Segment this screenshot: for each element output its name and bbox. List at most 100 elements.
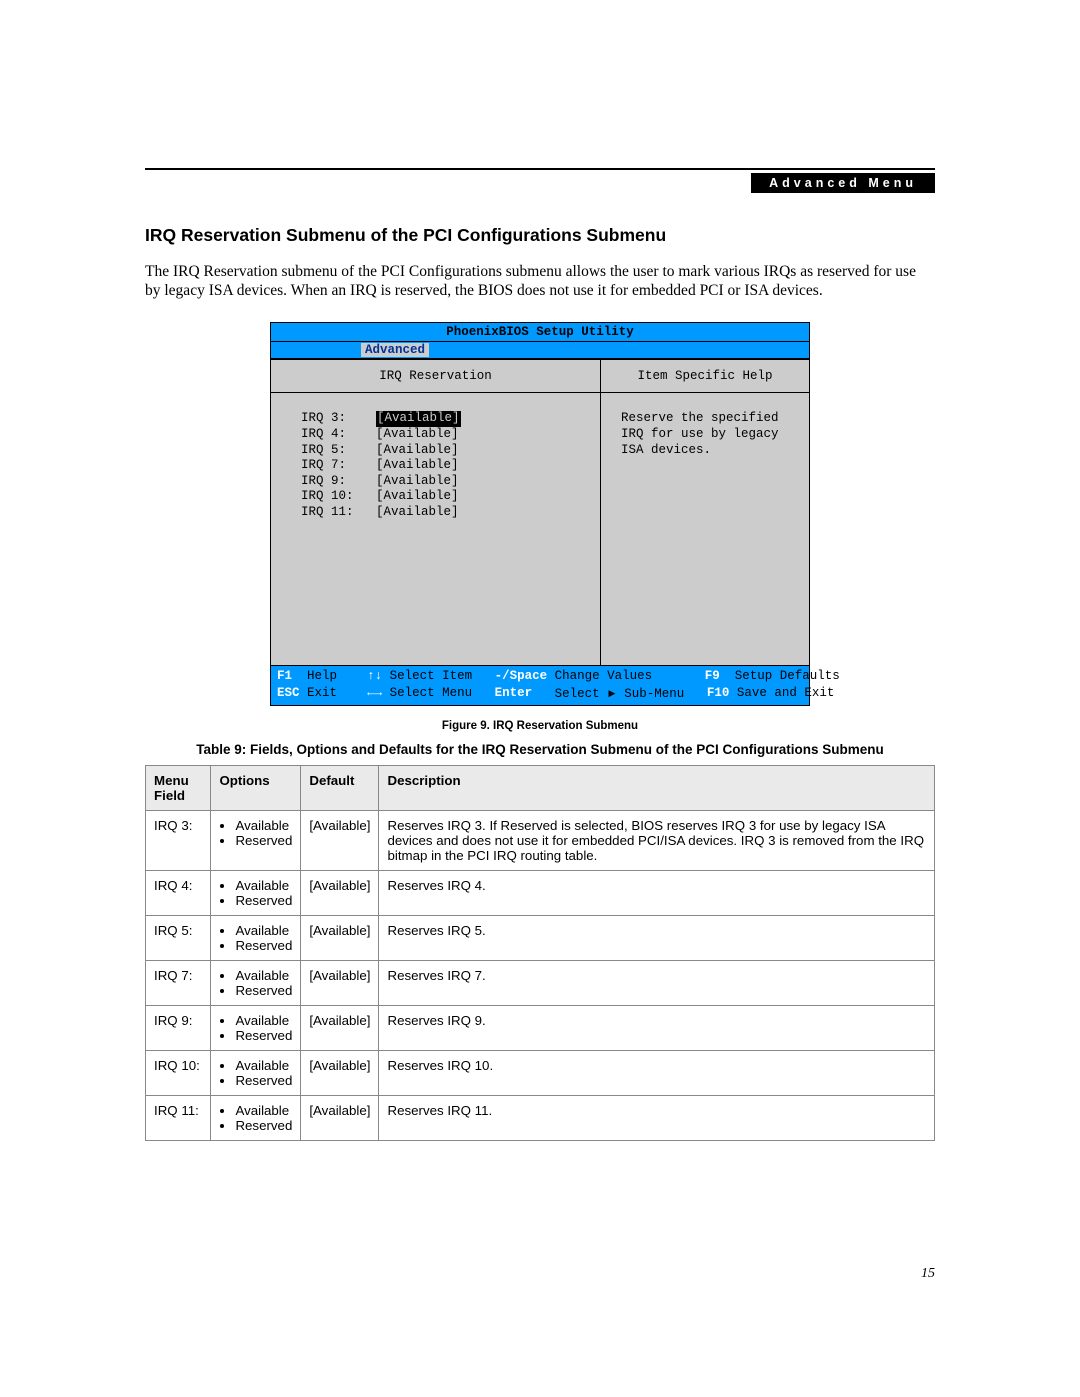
option-item: Available	[235, 968, 292, 983]
footer-change-values: Change Values	[555, 668, 653, 685]
cell-description: Reserves IRQ 7.	[379, 961, 935, 1006]
key-updown: ↑↓	[367, 668, 382, 685]
irq-row: IRQ 9:[Available]	[301, 474, 600, 490]
irq-row: IRQ 3:[Available]	[301, 411, 600, 427]
table-row: IRQ 4:AvailableReserved[Available]Reserv…	[146, 871, 935, 916]
cell-menu-field: IRQ 3:	[146, 811, 211, 871]
irq-row: IRQ 11:[Available]	[301, 505, 600, 521]
irq-row: IRQ 10:[Available]	[301, 489, 600, 505]
cell-default: [Available]	[301, 961, 379, 1006]
option-item: Reserved	[235, 1118, 292, 1133]
option-item: Available	[235, 1013, 292, 1028]
cell-options: AvailableReserved	[211, 916, 301, 961]
cell-options: AvailableReserved	[211, 1096, 301, 1141]
cell-options: AvailableReserved	[211, 811, 301, 871]
cell-description: Reserves IRQ 11.	[379, 1096, 935, 1141]
table-header-cell: Default	[301, 766, 379, 811]
key-f1: F1	[277, 668, 292, 685]
cell-default: [Available]	[301, 811, 379, 871]
footer-save-exit: Save and Exit	[737, 685, 835, 703]
key-f10: F10	[707, 685, 730, 703]
key-enter: Enter	[495, 685, 533, 703]
cell-description: Reserves IRQ 4.	[379, 871, 935, 916]
cell-default: [Available]	[301, 916, 379, 961]
cell-default: [Available]	[301, 1051, 379, 1096]
cell-options: AvailableReserved	[211, 1051, 301, 1096]
irq-value: [Available]	[376, 474, 459, 490]
bios-right-pane: Item Specific Help Reserve the specified…	[601, 360, 809, 665]
bios-right-header: Item Specific Help	[601, 360, 809, 393]
table-header-cell: Menu Field	[146, 766, 211, 811]
bios-tab-advanced: Advanced	[361, 343, 429, 357]
table-header-row: Menu FieldOptionsDefaultDescription	[146, 766, 935, 811]
cell-options: AvailableReserved	[211, 1006, 301, 1051]
header-rule	[145, 168, 935, 170]
intro-paragraph: The IRQ Reservation submenu of the PCI C…	[145, 262, 935, 301]
option-item: Reserved	[235, 893, 292, 908]
key-esc: ESC	[277, 685, 300, 703]
cell-menu-field: IRQ 9:	[146, 1006, 211, 1051]
irq-row: IRQ 7:[Available]	[301, 458, 600, 474]
footer-select-item: Select Item	[390, 668, 473, 685]
table-row: IRQ 7:AvailableReserved[Available]Reserv…	[146, 961, 935, 1006]
bios-help-text: Reserve the specified IRQ for use by leg…	[601, 393, 809, 458]
cell-menu-field: IRQ 10:	[146, 1051, 211, 1096]
table-row: IRQ 9:AvailableReserved[Available]Reserv…	[146, 1006, 935, 1051]
cell-menu-field: IRQ 5:	[146, 916, 211, 961]
cell-options: AvailableReserved	[211, 961, 301, 1006]
irq-row: IRQ 5:[Available]	[301, 443, 600, 459]
option-item: Available	[235, 923, 292, 938]
table-header-cell: Options	[211, 766, 301, 811]
cell-description: Reserves IRQ 5.	[379, 916, 935, 961]
key-f9: F9	[705, 668, 720, 685]
option-item: Reserved	[235, 1028, 292, 1043]
irq-row: IRQ 4:[Available]	[301, 427, 600, 443]
irq-value: [Available]	[376, 443, 459, 459]
irq-label: IRQ 7:	[301, 458, 376, 474]
page-number: 15	[921, 1266, 935, 1282]
cell-default: [Available]	[301, 1096, 379, 1141]
irq-label: IRQ 3:	[301, 411, 376, 427]
option-item: Available	[235, 818, 292, 833]
irq-value: [Available]	[376, 505, 459, 521]
footer-select-submenu: Select ▶ Sub-Menu	[555, 685, 685, 703]
cell-menu-field: IRQ 4:	[146, 871, 211, 916]
irq-label: IRQ 4:	[301, 427, 376, 443]
option-item: Reserved	[235, 1073, 292, 1088]
table-row: IRQ 10:AvailableReserved[Available]Reser…	[146, 1051, 935, 1096]
irq-value: [Available]	[376, 411, 461, 427]
cell-description: Reserves IRQ 9.	[379, 1006, 935, 1051]
fields-table: Menu FieldOptionsDefaultDescription IRQ …	[145, 765, 935, 1141]
bios-footer: F1 Help ↑↓ Select Item -/Space Change Va…	[270, 666, 810, 706]
footer-select-menu: Select Menu	[390, 685, 473, 703]
table-row: IRQ 3:AvailableReserved[Available] Reserv…	[146, 811, 935, 871]
bios-left-header: IRQ Reservation	[271, 360, 600, 393]
key-leftright: ←→	[367, 685, 382, 703]
cell-options: AvailableReserved	[211, 871, 301, 916]
bios-body: IRQ Reservation IRQ 3:[Available]IRQ 4:[…	[270, 359, 810, 666]
section-label: Advanced Menu	[751, 173, 935, 193]
table-row: IRQ 5:AvailableReserved[Available]Reserv…	[146, 916, 935, 961]
table-header-cell: Description	[379, 766, 935, 811]
option-item: Reserved	[235, 983, 292, 998]
option-item: Available	[235, 1103, 292, 1118]
cell-menu-field: IRQ 11:	[146, 1096, 211, 1141]
irq-label: IRQ 10:	[301, 489, 376, 505]
option-item: Available	[235, 1058, 292, 1073]
cell-menu-field: IRQ 7:	[146, 961, 211, 1006]
irq-value: [Available]	[376, 427, 459, 443]
option-item: Available	[235, 878, 292, 893]
bios-screenshot: PhoenixBIOS Setup Utility Advanced IRQ R…	[270, 322, 810, 706]
irq-label: IRQ 9:	[301, 474, 376, 490]
option-item: Reserved	[235, 833, 292, 848]
option-item: Reserved	[235, 938, 292, 953]
figure-caption: Figure 9. IRQ Reservation Submenu	[145, 720, 935, 732]
bios-left-pane: IRQ Reservation IRQ 3:[Available]IRQ 4:[…	[271, 360, 601, 665]
cell-default: [Available]	[301, 1006, 379, 1051]
irq-value: [Available]	[376, 458, 459, 474]
bios-title-bar: PhoenixBIOS Setup Utility	[270, 322, 810, 342]
footer-exit: Exit	[307, 685, 337, 703]
triangle-right-icon: ▶	[609, 688, 616, 700]
cell-description: Reserves IRQ 10.	[379, 1051, 935, 1096]
irq-label: IRQ 5:	[301, 443, 376, 459]
